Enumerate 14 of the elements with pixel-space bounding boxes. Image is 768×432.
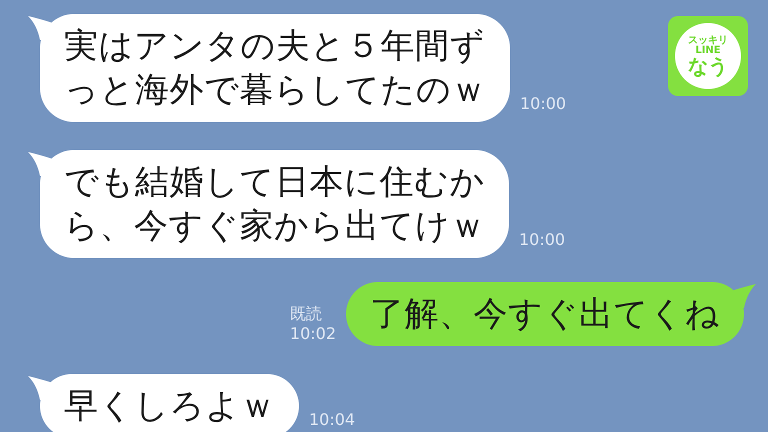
message-time: 10:00	[520, 94, 566, 115]
logo-text: LINE	[695, 46, 721, 56]
logo-text: スッキリ	[688, 36, 728, 46]
message-time: 10:00	[519, 230, 566, 251]
message-text: ら、今すぐ家から出てけｗ	[64, 205, 485, 248]
message-text: っと海外で暮らしてたのｗ	[64, 69, 486, 112]
message-time: 10:04	[309, 410, 356, 431]
message-text: でも結婚して日本に住むか	[64, 161, 485, 204]
message-time: 10:02	[290, 324, 336, 344]
message-text: 早くしろよｗ	[64, 385, 275, 428]
message-text: 了解、今すぐ出てくね	[370, 293, 720, 336]
read-receipt: 既読	[290, 304, 322, 324]
logo-text: なう	[688, 56, 728, 76]
message-text: 実はアンタの夫と５年間ず	[64, 25, 486, 68]
